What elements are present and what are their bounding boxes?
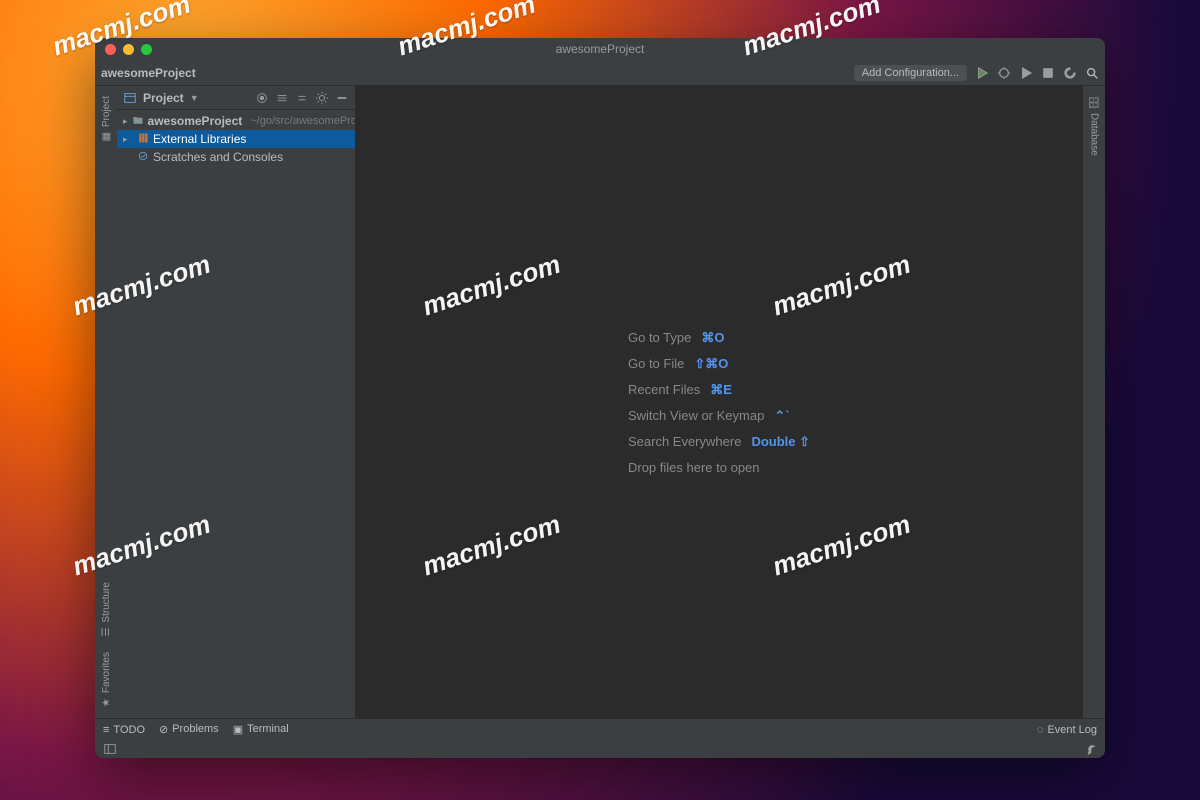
left-tool-strip: ▦ Project ☰ Structure ★ Favorites [95,86,117,718]
hint-recent-files: Recent Files ⌘E [628,382,810,398]
project-tool-title: Project [143,91,184,105]
titlebar[interactable]: awesomeProject [95,38,1105,60]
terminal-tab[interactable]: ▣ Terminal [233,723,289,736]
add-configuration-label: Add Configuration... [862,67,959,79]
stop-icon[interactable] [1041,66,1055,80]
structure-strip-icon: ☰ [101,627,112,638]
tree-root-row[interactable]: ▸ awesomeProject ~/go/src/awesomeProject [117,112,355,130]
hint-drop-files: Drop files here to open [628,460,810,475]
editor-hints: Go to Type ⌘O Go to File ⇧⌘O Recent File… [628,330,810,475]
navigation-bar: awesomeProject Add Configuration... [95,60,1105,86]
select-opened-file-icon[interactable] [255,91,269,105]
tool-project-tab[interactable]: ▦ Project [101,90,112,148]
chevron-right-icon: ▸ [123,134,133,145]
tool-favorites-tab[interactable]: ★ Favorites [101,646,112,714]
tool-windows-toggle-icon[interactable] [103,742,117,756]
terminal-icon: ▣ [233,723,243,736]
ide-settings-icon[interactable] [1083,742,1097,756]
project-tool-header[interactable]: Project ▼ [117,86,355,110]
window-title: awesomeProject [95,42,1105,56]
tool-structure-tab[interactable]: ☰ Structure [101,576,112,644]
right-tool-strip: 🗄 Database [1083,86,1105,718]
chevron-right-icon: ▸ [123,116,128,127]
todo-tab[interactable]: ≡ TODO [103,724,145,736]
library-icon [137,132,149,147]
status-bar [95,740,1105,758]
debug-icon[interactable] [997,66,1011,80]
project-view-icon [123,91,137,105]
folder-icon [132,114,144,129]
tree-scratches[interactable]: ▸ Scratches and Consoles [117,148,355,166]
tree-external-libraries[interactable]: ▸ External Libraries [117,130,355,148]
collapse-all-icon[interactable] [295,91,309,105]
todo-icon: ≡ [103,724,109,736]
chevron-down-icon: ▼ [190,93,199,103]
project-tree[interactable]: ▸ awesomeProject ~/go/src/awesomeProject… [117,110,355,166]
hint-goto-type: Go to Type ⌘O [628,330,810,346]
editor-empty-area[interactable]: Go to Type ⌘O Go to File ⇧⌘O Recent File… [355,86,1083,718]
project-tool-window: Project ▼ ▸ awesomeProject ~/go/src/awes… [117,86,355,718]
tree-ext-libs-label: External Libraries [153,132,246,146]
gear-icon[interactable] [315,91,329,105]
hint-switch-view: Switch View or Keymap ⌃` [628,408,810,424]
ide-window: awesomeProject awesomeProject Add Config… [95,38,1105,758]
bottom-tool-strip: ≡ TODO ⊘ Problems ▣ Terminal ◌ Event Log [95,718,1105,740]
run-with-coverage-icon[interactable] [1019,66,1033,80]
expand-all-icon[interactable] [275,91,289,105]
problems-tab[interactable]: ⊘ Problems [159,723,219,736]
run-icon[interactable] [975,66,989,80]
favorites-strip-icon: ★ [101,697,112,708]
hint-search-everywhere: Search Everywhere Double ⇧ [628,434,810,450]
project-strip-icon: ▦ [101,131,112,142]
event-log-icon: ◌ [1037,724,1044,736]
database-strip-icon: 🗄 [1088,97,1101,108]
hide-tool-icon[interactable] [335,91,349,105]
scratches-icon [137,150,149,165]
event-log-tab[interactable]: ◌ Event Log [1037,724,1097,736]
add-configuration-button[interactable]: Add Configuration... [854,65,967,81]
tree-scratches-label: Scratches and Consoles [153,150,283,164]
update-project-icon[interactable] [1063,66,1077,80]
tree-root-label: awesomeProject [148,114,243,128]
search-everywhere-icon[interactable] [1085,66,1099,80]
problems-icon: ⊘ [159,723,168,736]
tool-database-tab[interactable]: 🗄 Database [1089,90,1100,162]
hint-goto-file: Go to File ⇧⌘O [628,356,810,372]
breadcrumb[interactable]: awesomeProject [101,66,196,80]
